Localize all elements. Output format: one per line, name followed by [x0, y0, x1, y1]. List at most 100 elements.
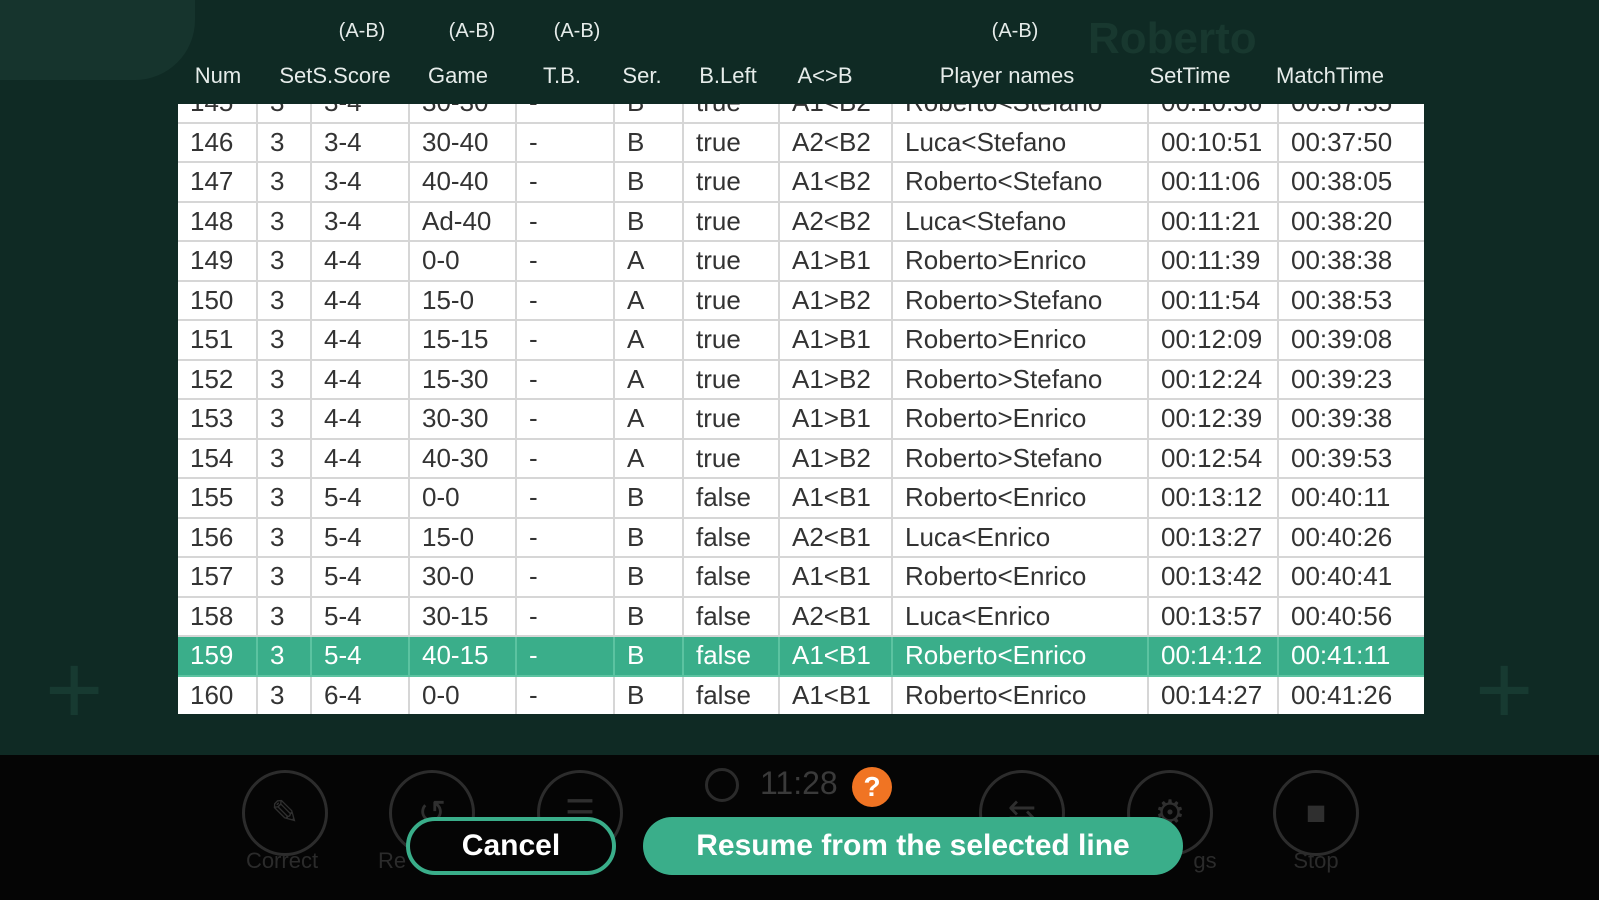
table-row[interactable]: 156 3 5-4 15-0- Bfalse A2<B1 Luca<Enrico 00:13:… — [178, 517, 1424, 558]
cell-server: B — [614, 675, 684, 714]
table-row[interactable]: 158 3 5-4 30-15- Bfalse A2<B1 Luca<Enrico 00:13… — [178, 596, 1424, 637]
table-body[interactable]: 14533-430-30-BtrueA1<B2Roberto<Stefano00… — [178, 104, 1424, 714]
match-clock: 11:28 — [760, 765, 838, 801]
cell-set: 3 — [257, 478, 312, 519]
cell-set: 3 — [257, 636, 312, 677]
cell-tb: - — [516, 280, 615, 321]
table-row[interactable]: 146 3 3-4 30-40- Btrue A2<B2 Luca<Stefano 00:10… — [178, 122, 1424, 163]
column-header-server: Ser. — [622, 63, 662, 88]
table-row[interactable]: 148 3 3-4 Ad-40- Btrue A2<B2 Luca<Stefano 00:11… — [178, 201, 1424, 242]
column-header-num: Num — [194, 63, 242, 88]
cell-players: Luca<Stefano — [892, 122, 1149, 163]
settings-label: gs — [1193, 848, 1217, 873]
cell-set: 3 — [257, 280, 312, 321]
cell-num: 148 — [178, 201, 258, 242]
cell-bleft: false — [683, 636, 780, 677]
help-icon[interactable]: ? — [852, 767, 892, 807]
table-row[interactable]: 157 3 5-4 30-0- Bfalse A1<B1 Roberto<Enrico 00:… — [178, 557, 1424, 598]
cell-server: B — [614, 162, 684, 203]
edit-icon[interactable]: ✎ — [242, 770, 328, 856]
cell-set: 3 — [257, 201, 312, 242]
cell-ab: A1<B2 — [779, 162, 893, 203]
cell-settime: 00:12:09 — [1148, 320, 1279, 361]
cell-num: 152 — [178, 359, 258, 400]
cell-players: Luca<Enrico — [892, 596, 1149, 637]
cell-server: A — [614, 241, 684, 282]
cell-set: 3 — [257, 517, 312, 558]
cell-server: B — [614, 478, 684, 519]
table-row[interactable]: 160 3 6-4 0-0- Bfalse A1<B1 Roberto<Enrico 00:1… — [178, 675, 1424, 714]
cell-players: Luca<Stefano — [892, 201, 1149, 242]
cell-set: 3 — [257, 596, 312, 637]
cell-matchtime: 00:39:38 — [1278, 399, 1424, 440]
column-header-setscore: SetS.Score — [279, 63, 391, 88]
cell-players: Roberto<Enrico — [892, 675, 1149, 714]
cell-num: 147 — [178, 162, 258, 203]
column-header-matchtime: MatchTime — [1276, 63, 1384, 88]
cell-players: Roberto<Enrico — [892, 557, 1149, 598]
resume-button[interactable]: Resume from the selected line — [643, 817, 1183, 875]
table-row[interactable]: 14533-430-30-BtrueA1<B2Roberto<Stefano00… — [178, 104, 1424, 124]
cell-ab: A1>B2 — [779, 280, 893, 321]
cancel-button[interactable]: Cancel — [406, 817, 616, 875]
cell-num: 153 — [178, 399, 258, 440]
cell-settime: 00:10:51 — [1148, 122, 1279, 163]
cell-settime: 00:11:21 — [1148, 201, 1279, 242]
group-label-players: (A-B) — [991, 20, 1039, 42]
cell-num: 151 — [178, 320, 258, 361]
cell-matchtime: 00:40:11 — [1278, 478, 1424, 519]
cell-server: B — [614, 104, 684, 124]
cell-tb: - — [516, 359, 615, 400]
table-row[interactable]: 147 3 3-4 40-40- Btrue A1<B2 Roberto<Stefano 00… — [178, 162, 1424, 203]
stop-icon[interactable]: ■ — [1273, 770, 1359, 856]
table-row[interactable]: 153 3 4-4 30-30- Atrue A1>B1 Roberto>Enrico 00:… — [178, 399, 1424, 440]
cell-bleft: true — [683, 122, 780, 163]
cell-ab: A2<B2 — [779, 122, 893, 163]
cell-game: 40-40 — [409, 162, 517, 203]
table-row[interactable]: 154 3 4-4 40-30- Atrue A1>B2 Roberto>Stefano 00… — [178, 438, 1424, 479]
table-row[interactable]: 151 3 4-4 15-15- Atrue A1>B1 Roberto>Enrico 00:… — [178, 320, 1424, 361]
cell-ab: A1<B2 — [779, 104, 893, 124]
cell-game: 15-0 — [409, 280, 517, 321]
cell-setscore: 4-4 — [311, 320, 410, 361]
table-row[interactable]: 155 3 5-4 0-0- Bfalse A1<B1 Roberto<Enrico 00:1… — [178, 478, 1424, 519]
clock-icon — [705, 768, 739, 802]
cell-tb: - — [516, 122, 615, 163]
cell-setscore: 3-4 — [311, 201, 410, 242]
cell-settime: 00:14:27 — [1148, 675, 1279, 714]
cell-ab: A1<B1 — [779, 478, 893, 519]
table-row[interactable]: 152 3 4-4 15-30- Atrue A1>B2 Roberto>Stefano 00… — [178, 359, 1424, 400]
cell-setscore: 5-4 — [311, 636, 410, 677]
cell-setscore: 3-4 — [311, 162, 410, 203]
cell-players: Luca<Enrico — [892, 517, 1149, 558]
table-row-selected[interactable]: 159 3 5-4 40-15- Bfalse A1<B1 Roberto<Enrico 00… — [178, 636, 1424, 677]
cell-matchtime: 00:40:26 — [1278, 517, 1424, 558]
cell-ab: A1>B1 — [779, 399, 893, 440]
column-header-settime: SetTime — [1149, 63, 1231, 88]
cell-setscore: 5-4 — [311, 478, 410, 519]
cell-tb: - — [516, 557, 615, 598]
cell-server: A — [614, 438, 684, 479]
cell-setscore: 5-4 — [311, 596, 410, 637]
cell-set: 3 — [257, 162, 312, 203]
cell-set: 3 — [257, 557, 312, 598]
cell-matchtime: 00:40:56 — [1278, 596, 1424, 637]
history-table[interactable]: 14533-430-30-BtrueA1<B2Roberto<Stefano00… — [178, 104, 1424, 714]
cell-game: 40-15 — [409, 636, 517, 677]
cell-bleft: false — [683, 478, 780, 519]
cell-bleft: true — [683, 438, 780, 479]
table-row[interactable]: 150 3 4-4 15-0- Atrue A1>B2 Roberto>Stefano 00:… — [178, 280, 1424, 321]
cell-matchtime: 00:38:20 — [1278, 201, 1424, 242]
cell-bleft: true — [683, 359, 780, 400]
cell-players: Roberto>Stefano — [892, 359, 1149, 400]
cell-matchtime: 00:38:05 — [1278, 162, 1424, 203]
cell-matchtime: 00:40:41 — [1278, 557, 1424, 598]
cell-tb: - — [516, 478, 615, 519]
cell-tb: - — [516, 517, 615, 558]
cell-ab: A2<B1 — [779, 517, 893, 558]
cell-set: 3 — [257, 399, 312, 440]
cell-server: A — [614, 359, 684, 400]
cell-settime: 00:12:54 — [1148, 438, 1279, 479]
table-row[interactable]: 149 3 4-4 0-0- Atrue A1>B1 Roberto>Enrico 00:11… — [178, 241, 1424, 282]
cell-server: A — [614, 399, 684, 440]
